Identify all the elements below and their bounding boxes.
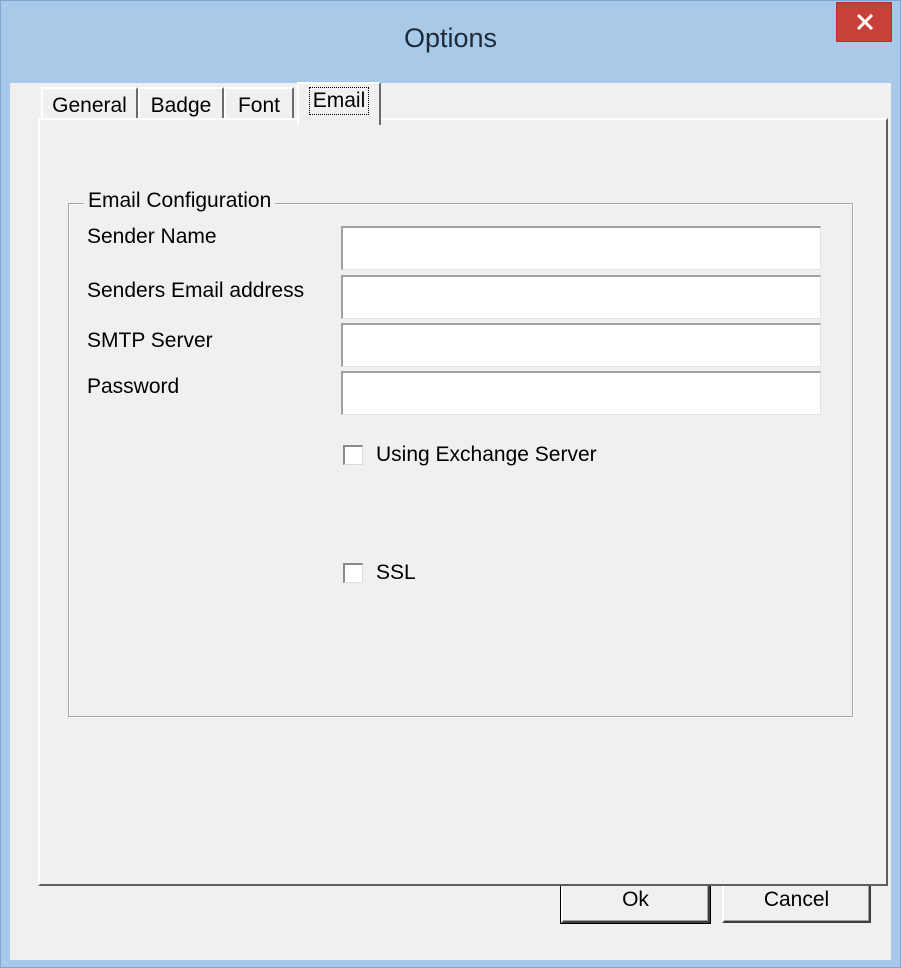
smtp-server-input[interactable]: [343, 325, 820, 366]
options-dialog: Options General Badge Font Email Email C…: [0, 0, 901, 968]
password-label: Password: [87, 375, 180, 398]
sender-name-label: Sender Name: [87, 225, 217, 248]
sender-name-input[interactable]: [343, 228, 820, 269]
password-field[interactable]: [341, 371, 821, 415]
exchange-server-label: Using Exchange Server: [376, 443, 597, 466]
dialog-client-area: General Badge Font Email Email Configura…: [10, 82, 891, 960]
ssl-option[interactable]: SSL: [343, 561, 416, 585]
title-bar[interactable]: Options: [1, 1, 900, 83]
close-icon: [856, 14, 874, 30]
exchange-server-option[interactable]: Using Exchange Server: [343, 443, 597, 467]
ssl-checkbox[interactable]: [343, 563, 363, 583]
senders-email-input[interactable]: [343, 277, 820, 318]
senders-email-label: Senders Email address: [87, 279, 305, 302]
sender-name-field[interactable]: [341, 226, 821, 270]
smtp-server-field[interactable]: [341, 323, 821, 367]
email-configuration-title: Email Configuration: [84, 189, 276, 213]
ssl-label: SSL: [376, 561, 416, 584]
tab-email-label: Email: [308, 87, 370, 115]
exchange-server-checkbox[interactable]: [343, 445, 363, 465]
tab-font-label: Font: [237, 94, 281, 117]
senders-email-field[interactable]: [341, 275, 821, 319]
tab-email[interactable]: Email: [297, 82, 381, 125]
tab-badge-label: Badge: [150, 94, 212, 117]
window-title: Options: [403, 23, 498, 53]
password-input[interactable]: [343, 373, 820, 414]
close-button[interactable]: [836, 2, 892, 42]
tab-general-label: General: [52, 94, 127, 117]
smtp-server-label: SMTP Server: [87, 329, 213, 352]
